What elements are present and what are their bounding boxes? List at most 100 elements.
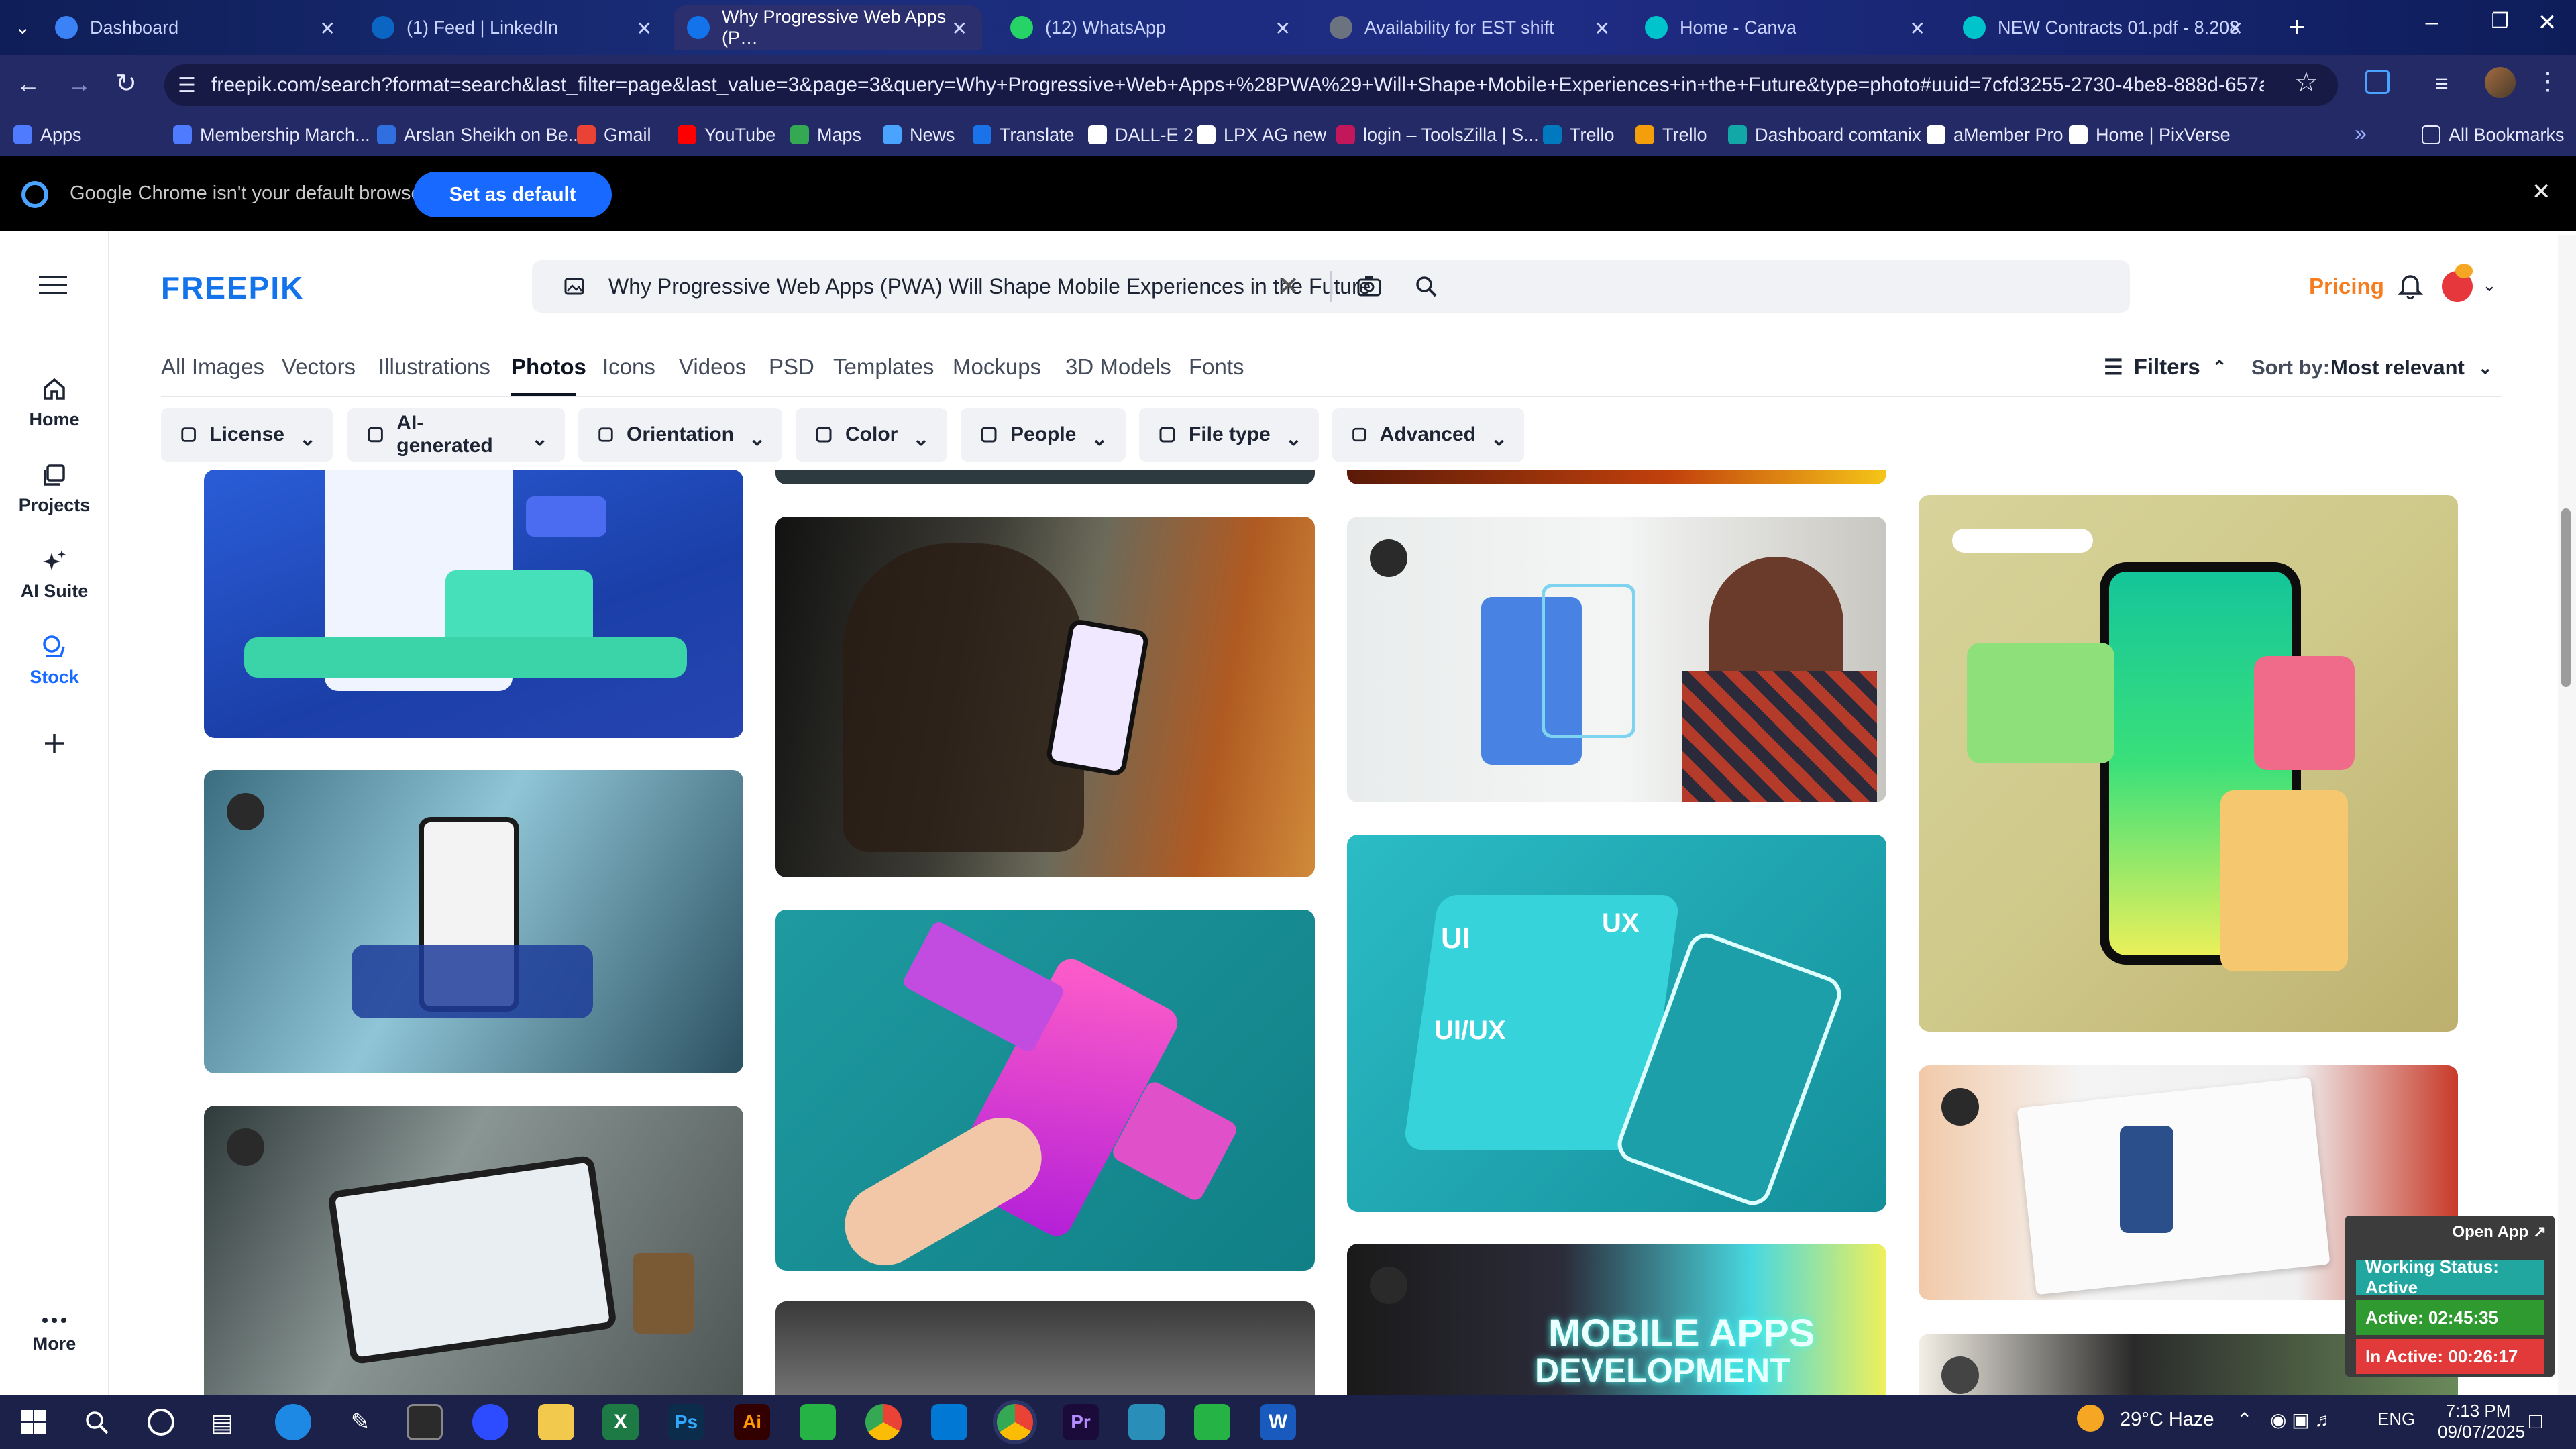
clear-search-icon[interactable]: ✕	[1278, 271, 1299, 301]
close-tab-icon[interactable]: ✕	[320, 17, 335, 40]
filter-people[interactable]: People ⌄	[961, 408, 1126, 462]
green-app-icon[interactable]	[800, 1404, 836, 1440]
close-window-button[interactable]: ✕	[2524, 9, 2571, 46]
chrome-active-icon[interactable]	[997, 1404, 1033, 1440]
app-icon[interactable]	[1128, 1404, 1165, 1440]
browser-tab[interactable]: Availability for EST shift ✕	[1316, 5, 1625, 50]
bookmark-item[interactable]: Trello	[1635, 121, 1707, 149]
excel-icon[interactable]: X	[602, 1404, 639, 1440]
category-tab[interactable]: Photos	[511, 354, 586, 380]
forward-arrow-icon[interactable]: →	[67, 70, 91, 98]
category-tab[interactable]: Templates	[833, 354, 934, 380]
chrome-menu-icon[interactable]: ⋮	[2536, 67, 2560, 95]
category-tab[interactable]: PSD	[769, 354, 814, 380]
browser-tab[interactable]: Home - Canva ✕	[1631, 5, 1940, 50]
scrollbar-thumb[interactable]	[2561, 508, 2571, 687]
close-tab-icon[interactable]: ✕	[952, 17, 967, 40]
bookmark-item[interactable]: Home | PixVerse	[2069, 121, 2231, 149]
account-chevron-icon[interactable]: ⌄	[2482, 275, 2497, 296]
freepik-logo[interactable]: FREEPIK	[161, 270, 304, 306]
category-tab[interactable]: Fonts	[1189, 354, 1244, 380]
bookmark-item[interactable]: aMember Pro	[1927, 121, 2063, 149]
result-image-11[interactable]	[775, 1301, 1315, 1395]
category-tab[interactable]: Videos	[679, 354, 746, 380]
clock[interactable]: 7:13 PM 09/07/2025	[2438, 1401, 2525, 1442]
bookmark-item[interactable]: News	[883, 121, 955, 149]
close-notice-icon[interactable]: ✕	[2532, 178, 2551, 205]
page-scrollbar[interactable]	[2558, 235, 2576, 1395]
task-view-icon[interactable]: ▤	[211, 1409, 233, 1437]
bookmark-star-icon[interactable]: ☆	[2294, 67, 2318, 98]
tab-search-chevron-icon[interactable]: ⌄	[15, 16, 30, 38]
search-icon[interactable]	[1415, 275, 1438, 298]
weather-text[interactable]: 29°C Haze	[2120, 1409, 2214, 1431]
bookmark-item[interactable]: Apps	[13, 121, 82, 149]
browser-tab[interactable]: (1) Feed | LinkedIn ✕	[358, 5, 667, 50]
category-tab[interactable]: All Images	[161, 354, 264, 380]
windows-start-icon[interactable]	[20, 1409, 47, 1436]
close-tab-icon[interactable]: ✕	[1275, 17, 1291, 40]
result-image-2[interactable]	[775, 517, 1315, 877]
open-app-link[interactable]: Open App ↗	[2452, 1222, 2546, 1242]
taskbar-search-icon[interactable]	[83, 1409, 110, 1436]
bookmark-item[interactable]: login – ToolsZilla | S...	[1336, 121, 1539, 149]
camera-icon[interactable]	[1357, 275, 1381, 297]
tray-icons[interactable]: ◉ ▣ ♬	[2270, 1409, 2333, 1431]
filter-ai-generated[interactable]: AI-generated ⌄	[347, 408, 565, 462]
filter-color[interactable]: Color ⌄	[796, 408, 947, 462]
hamburger-menu-icon[interactable]	[39, 274, 67, 294]
set-as-default-button[interactable]: Set as default	[413, 172, 612, 217]
bookmark-item[interactable]: Membership March...	[173, 121, 370, 149]
bookmark-item[interactable]: LPX AG new	[1197, 121, 1326, 149]
rail-stock[interactable]: Stock	[0, 633, 109, 688]
result-image-7[interactable]: UI UX UI/UX	[1347, 835, 1886, 1212]
extensions-icon[interactable]	[2365, 70, 2390, 94]
chrome-taskbar-icon[interactable]	[865, 1404, 902, 1440]
file-explorer-icon[interactable]	[538, 1404, 574, 1440]
sort-dropdown[interactable]: Most relevant ⌄	[2330, 356, 2493, 380]
bookmark-item[interactable]: Translate	[973, 121, 1075, 149]
pen-tool-icon[interactable]: ✎	[342, 1404, 378, 1440]
tray-overflow-icon[interactable]: ⌃	[2237, 1409, 2252, 1431]
result-image-8[interactable]	[204, 1106, 743, 1395]
bookmark-item[interactable]: Arslan Sheikh on Be...	[377, 121, 583, 149]
close-tab-icon[interactable]: ✕	[2228, 17, 2243, 40]
category-tab[interactable]: Mockups	[953, 354, 1041, 380]
rail-more[interactable]: More	[0, 1313, 109, 1354]
result-image-1[interactable]	[204, 470, 743, 738]
result-image-3[interactable]	[1347, 517, 1886, 802]
url-bar[interactable]: ☰ freepik.com/search?format=search&last_…	[164, 64, 2338, 106]
premiere-icon[interactable]: Pr	[1063, 1404, 1099, 1440]
bookmark-item[interactable]: Trello	[1543, 121, 1615, 149]
rail-add[interactable]	[0, 730, 109, 763]
profile-avatar[interactable]	[2485, 67, 2516, 98]
close-tab-icon[interactable]: ✕	[1595, 17, 1610, 40]
bookmark-item[interactable]: YouTube	[678, 121, 775, 149]
restore-button[interactable]: ❐	[2470, 9, 2530, 46]
rail-ai-suite[interactable]: AI Suite	[0, 547, 109, 602]
rail-projects[interactable]: Projects	[0, 462, 109, 516]
browser-tab[interactable]: NEW Contracts 01.pdf - 8.208 ✕	[1949, 5, 2258, 50]
result-image-top-2[interactable]	[775, 470, 1315, 484]
illustrator-icon[interactable]: Ai	[734, 1404, 770, 1440]
rail-home[interactable]: Home	[0, 376, 109, 430]
result-image-4[interactable]	[1919, 495, 2458, 1032]
filters-toggle[interactable]: ☰ Filters ⌃	[2104, 354, 2227, 380]
bell-icon[interactable]	[2398, 272, 2423, 299]
bookmark-item[interactable]: DALL-E 2	[1088, 121, 1193, 149]
category-tab[interactable]: Icons	[602, 354, 655, 380]
language-indicator[interactable]: ENG	[2377, 1409, 2415, 1430]
close-tab-icon[interactable]: ✕	[637, 17, 652, 40]
photoshop-icon[interactable]: Ps	[668, 1404, 704, 1440]
bookmark-item[interactable]: Gmail	[577, 121, 651, 149]
search-bar[interactable]: Why Progressive Web Apps (PWA) Will Shap…	[532, 260, 2130, 313]
pricing-link[interactable]: Pricing	[2309, 274, 2384, 299]
result-image-6[interactable]	[775, 910, 1315, 1271]
result-image-5[interactable]	[204, 770, 743, 1073]
edge-icon[interactable]	[275, 1404, 311, 1440]
browser-tab[interactable]: Dashboard ✕	[42, 5, 350, 50]
notification-center-icon[interactable]: □	[2529, 1409, 2542, 1434]
all-bookmarks[interactable]: All Bookmarks	[2422, 121, 2565, 149]
result-image-top-3[interactable]	[1347, 470, 1886, 484]
category-tab[interactable]: Illustrations	[378, 354, 490, 380]
